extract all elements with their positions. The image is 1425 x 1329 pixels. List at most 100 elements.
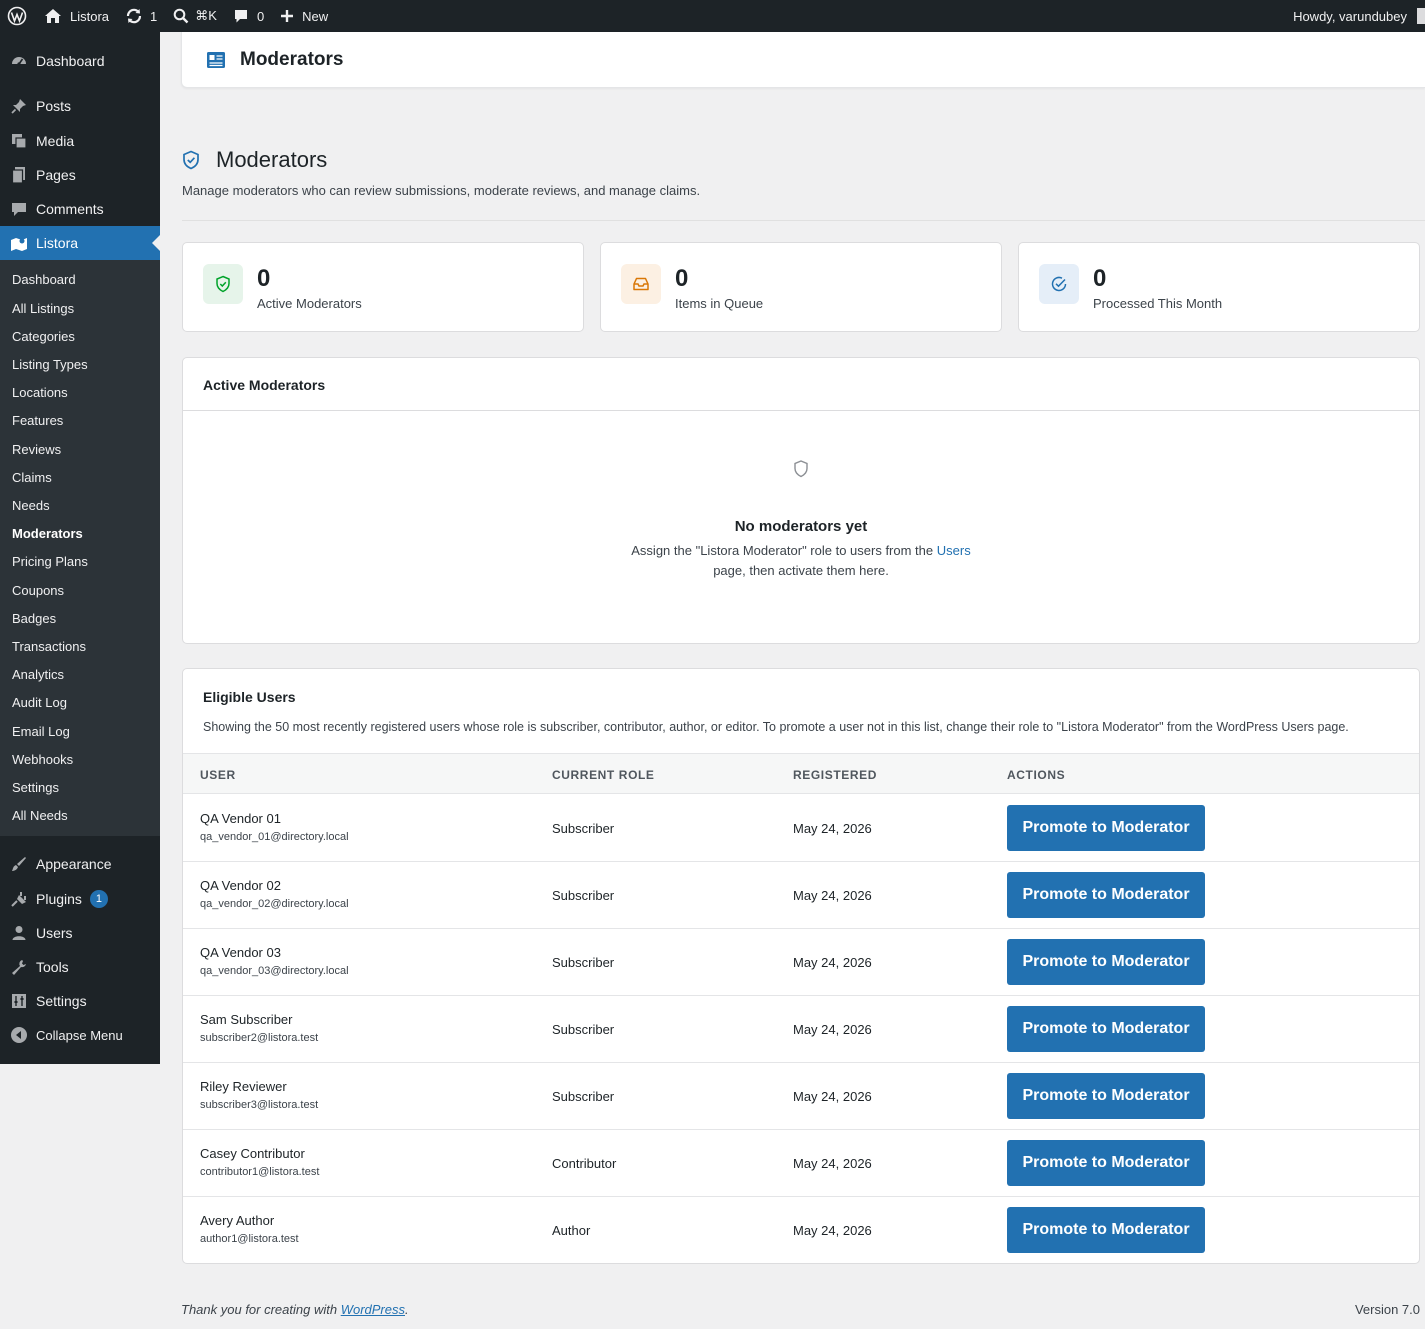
table-row: QA Vendor 02 qa_vendor_02@directory.loca… xyxy=(183,862,1419,929)
menu-settings[interactable]: Settings xyxy=(0,984,160,1018)
user-registered: May 24, 2026 xyxy=(793,1089,872,1104)
promote-to-moderator-button[interactable]: Promote to Moderator xyxy=(1007,1073,1205,1119)
divider xyxy=(183,410,1419,411)
submenu-item[interactable]: Coupons xyxy=(12,581,64,601)
user-name: QA Vendor 01 xyxy=(200,811,281,826)
settings-icon xyxy=(0,992,36,1010)
promote-to-moderator-button[interactable]: Promote to Moderator xyxy=(1007,1207,1205,1253)
table-row: Sam Subscriber subscriber2@listora.test … xyxy=(183,996,1419,1063)
user-email: subscriber3@listora.test xyxy=(200,1099,319,1111)
submenu-item[interactable]: Pricing Plans xyxy=(12,552,88,572)
user-role: Subscriber xyxy=(552,888,615,903)
user-email: contributor1@listora.test xyxy=(200,1166,320,1178)
user-registered: May 24, 2026 xyxy=(793,888,872,903)
submenu-item[interactable]: Needs xyxy=(12,496,50,516)
inbox-icon xyxy=(621,264,661,304)
id-card-icon xyxy=(206,51,226,69)
shield-icon xyxy=(182,150,200,170)
menu-dashboard[interactable]: Dashboard xyxy=(0,44,160,78)
submenu-item[interactable]: Settings xyxy=(12,778,59,798)
submenu-item[interactable]: Analytics xyxy=(12,665,64,685)
command-search-link[interactable]: ⌘K xyxy=(165,0,225,32)
panel-description: Showing the 50 most recently registered … xyxy=(203,720,1349,734)
table-row: QA Vendor 01 qa_vendor_01@directory.loca… xyxy=(183,795,1419,862)
user-icon xyxy=(0,924,36,942)
submenu-item-current[interactable]: Moderators xyxy=(12,524,83,544)
panel-title: Eligible Users xyxy=(203,689,296,705)
stat-value: 0 xyxy=(1093,265,1107,292)
promote-to-moderator-button[interactable]: Promote to Moderator xyxy=(1007,1140,1205,1186)
menu-tools[interactable]: Tools xyxy=(0,950,160,984)
stat-label: Items in Queue xyxy=(675,296,764,311)
comment-icon xyxy=(233,8,249,24)
eligible-users-panel: Eligible Users Showing the 50 most recen… xyxy=(182,668,1420,1264)
dashboard-icon xyxy=(0,52,36,70)
table-row: QA Vendor 03 qa_vendor_03@directory.loca… xyxy=(183,929,1419,996)
footer-period: . xyxy=(405,1302,409,1317)
menu-posts[interactable]: Posts xyxy=(0,89,160,123)
submenu-item[interactable]: Reviews xyxy=(12,440,61,460)
wordpress-logo-icon[interactable] xyxy=(0,0,34,32)
stat-label: Active Moderators xyxy=(257,296,362,311)
user-email: qa_vendor_03@directory.local xyxy=(200,965,349,977)
submenu-item[interactable]: Dashboard xyxy=(12,270,76,290)
submenu-item[interactable]: Listing Types xyxy=(12,355,88,375)
site-name-link[interactable]: Listora xyxy=(34,0,117,32)
submenu-item[interactable]: Categories xyxy=(12,327,75,347)
submenu-item[interactable]: All Needs xyxy=(12,806,68,826)
panel-title: Active Moderators xyxy=(203,377,326,393)
submenu-item[interactable]: Email Log xyxy=(12,722,70,742)
submenu-item[interactable]: Features xyxy=(12,411,63,431)
menu-label: Media xyxy=(36,133,75,149)
user-email: qa_vendor_02@directory.local xyxy=(200,898,349,910)
submenu-item[interactable]: Claims xyxy=(12,468,52,488)
menu-users[interactable]: Users xyxy=(0,916,160,950)
submenu-item[interactable]: Locations xyxy=(12,383,68,403)
submenu-item[interactable]: All Listings xyxy=(12,299,74,319)
promote-to-moderator-button[interactable]: Promote to Moderator xyxy=(1007,805,1205,851)
empty-text-part: page, then activate them here. xyxy=(713,563,889,578)
submenu-item[interactable]: Transactions xyxy=(12,637,86,657)
user-role: Subscriber xyxy=(552,1089,615,1104)
my-account-link[interactable]: Howdy, varundubey xyxy=(1285,0,1425,32)
avatar[interactable] xyxy=(1417,8,1425,24)
user-registered: May 24, 2026 xyxy=(793,821,872,836)
check-circle-icon xyxy=(1039,264,1079,304)
user-registered: May 24, 2026 xyxy=(793,955,872,970)
menu-label: Plugins xyxy=(36,891,82,907)
promote-to-moderator-button[interactable]: Promote to Moderator xyxy=(1007,872,1205,918)
menu-appearance[interactable]: Appearance xyxy=(0,847,160,881)
user-name: Casey Contributor xyxy=(200,1146,305,1161)
wordpress-link[interactable]: WordPress xyxy=(341,1302,405,1317)
column-header-role: CURRENT ROLE xyxy=(552,768,655,782)
menu-listora[interactable]: Listora xyxy=(0,226,160,260)
promote-to-moderator-button[interactable]: Promote to Moderator xyxy=(1007,939,1205,985)
user-name: Sam Subscriber xyxy=(200,1012,293,1027)
table-row: Avery Author author1@listora.test Author… xyxy=(183,1197,1419,1264)
listora-submenu: Dashboard All Listings Categories Listin… xyxy=(0,260,160,836)
stat-value: 0 xyxy=(257,265,271,292)
menu-comments[interactable]: Comments xyxy=(0,192,160,226)
submenu-item[interactable]: Audit Log xyxy=(12,693,67,713)
new-label: New xyxy=(302,8,329,24)
new-content-link[interactable]: New xyxy=(272,0,336,32)
user-name: Riley Reviewer xyxy=(200,1079,287,1094)
pages-icon xyxy=(0,166,36,184)
column-header-user: USER xyxy=(200,768,236,782)
footer-thanks: Thank you for creating with WordPress. xyxy=(181,1302,409,1317)
comments-count: 0 xyxy=(256,8,265,24)
menu-media[interactable]: Media xyxy=(0,124,160,158)
updates-link[interactable]: 1 xyxy=(117,0,165,32)
menu-collapse[interactable]: Collapse Menu xyxy=(0,1018,160,1052)
users-link[interactable]: Users xyxy=(937,543,971,558)
search-shortcut: ⌘K xyxy=(195,8,217,23)
promote-to-moderator-button[interactable]: Promote to Moderator xyxy=(1007,1006,1205,1052)
empty-state-title: No moderators yet xyxy=(734,518,868,535)
comments-link[interactable]: 0 xyxy=(225,0,272,32)
menu-pages[interactable]: Pages xyxy=(0,158,160,192)
submenu-item[interactable]: Webhooks xyxy=(12,750,73,770)
column-header-actions: ACTIONS xyxy=(1007,768,1066,782)
submenu-item[interactable]: Badges xyxy=(12,609,56,629)
menu-label: Appearance xyxy=(36,856,112,872)
menu-plugins[interactable]: Plugins 1 xyxy=(0,882,160,916)
